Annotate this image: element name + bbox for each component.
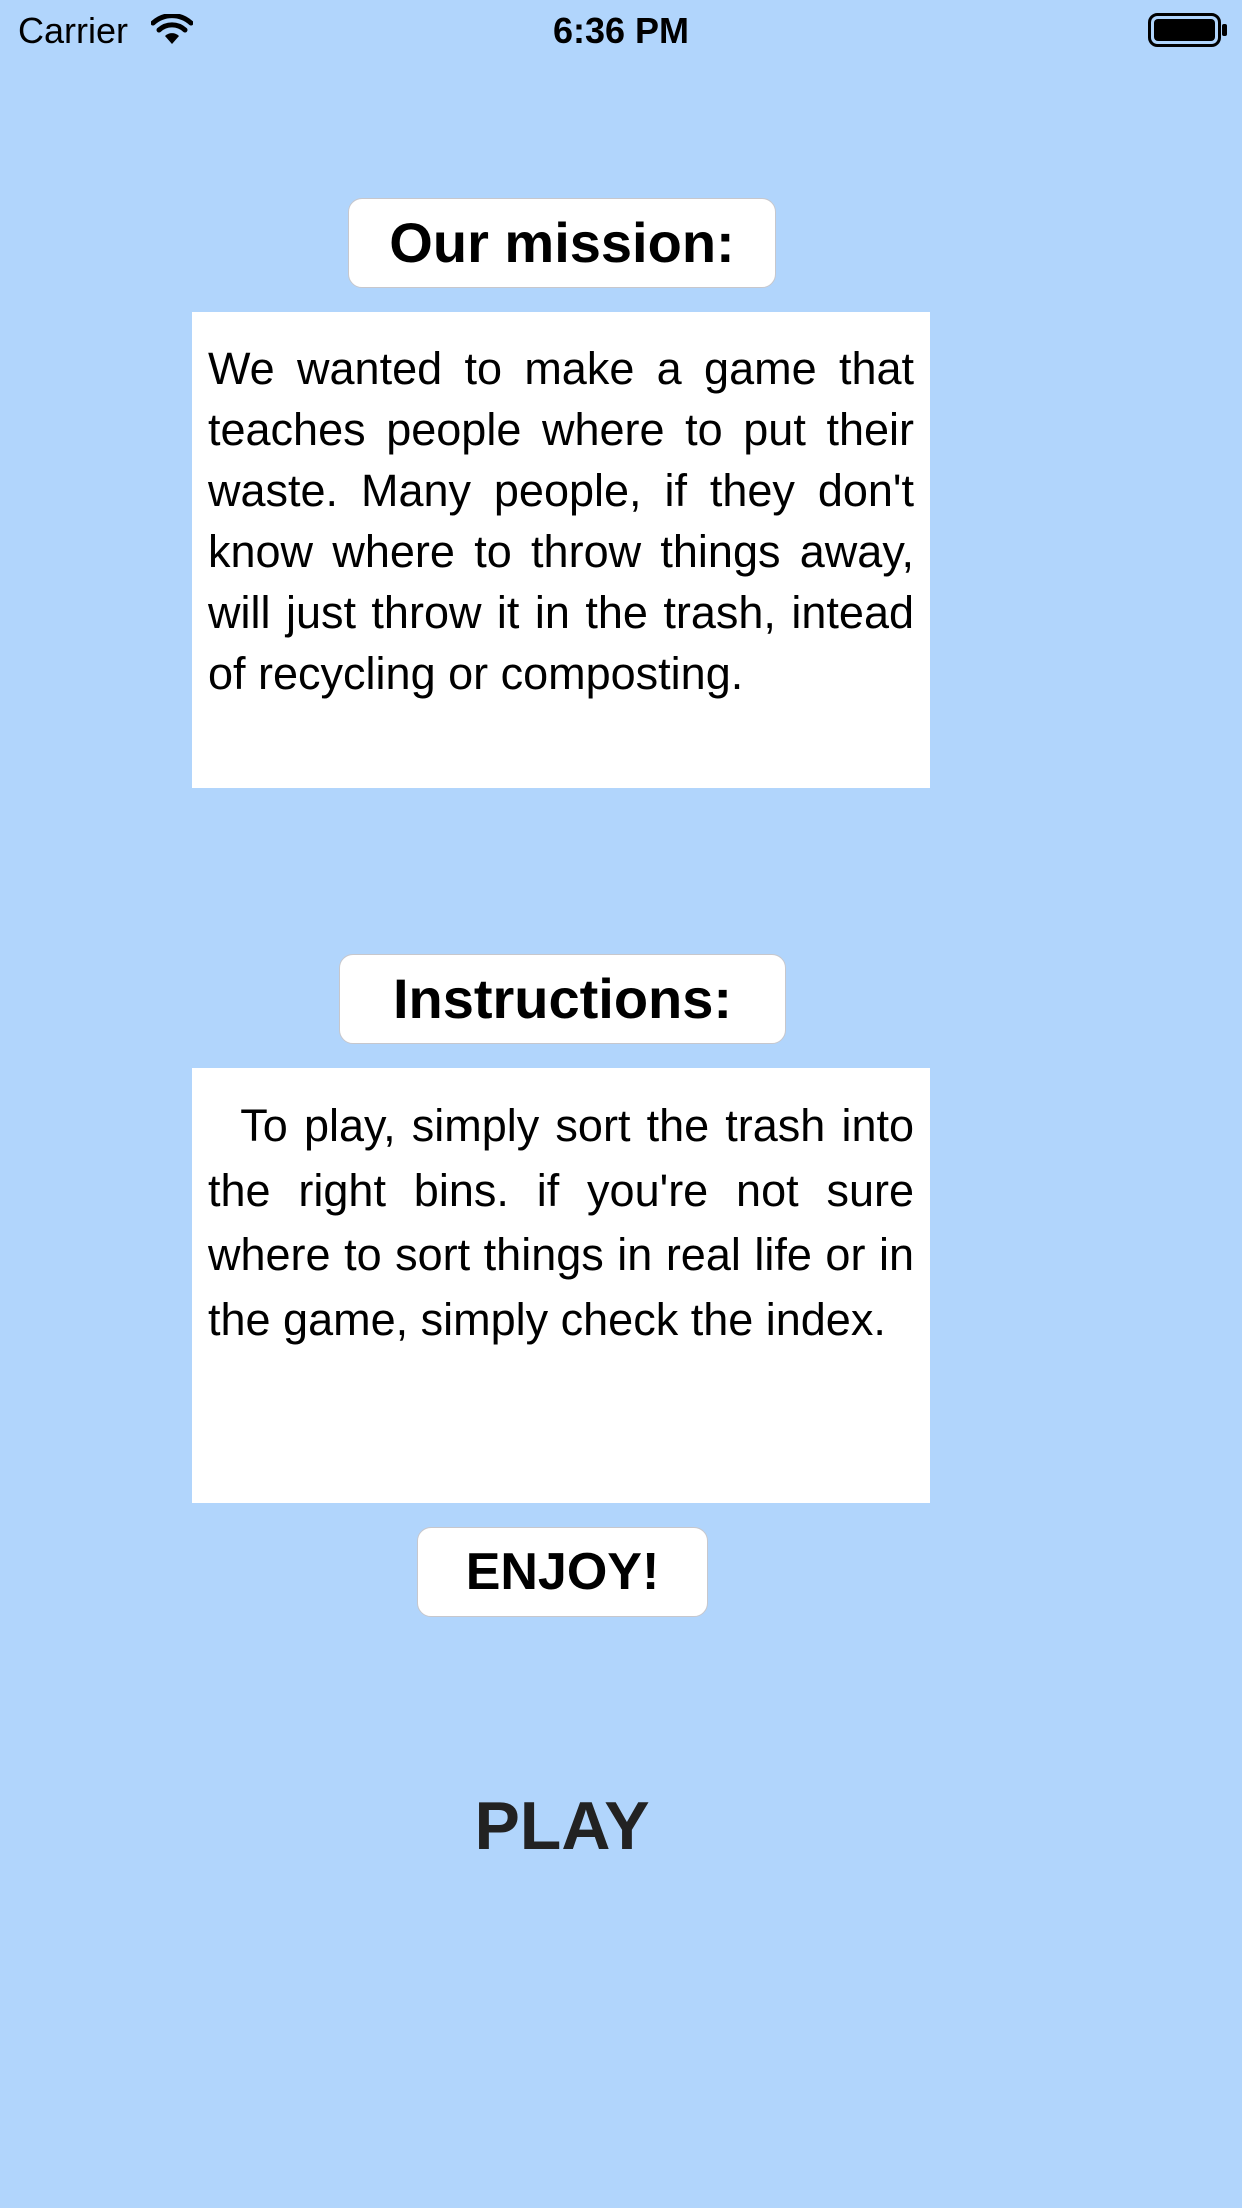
instructions-text: To play, simply sort the trash into the … <box>192 1068 930 1503</box>
instructions-body: To play, simply sort the trash into the … <box>208 1100 927 1345</box>
play-button[interactable]: PLAY <box>0 1786 1124 1866</box>
status-time: 6:36 PM <box>552 10 690 51</box>
instructions-heading: Instructions: <box>339 954 786 1044</box>
battery-icon <box>1148 13 1227 47</box>
status-bar: Carrier 6:36 PM <box>0 0 1242 60</box>
mission-heading: Our mission: <box>348 198 776 288</box>
enjoy-label: ENJOY! <box>417 1527 708 1617</box>
mission-text: We wanted to make a game that teaches pe… <box>192 312 930 788</box>
